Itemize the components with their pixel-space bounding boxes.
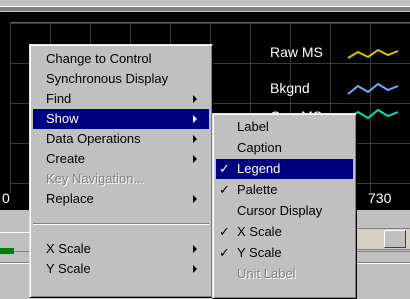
x-tick-label: 730 [368,190,392,206]
checkmark-icon: ✓ [219,245,230,260]
submenu-item-cursor-display[interactable]: Cursor Display [216,201,353,221]
submenu-arrow-icon [193,245,197,253]
menu-item-change-to-control[interactable]: Change to Control [33,49,209,69]
menu-item-label: X Scale [237,224,282,239]
submenu-arrow-icon [193,115,197,123]
checkmark-icon: ✓ [219,161,230,176]
scrollbar-button[interactable] [384,230,406,248]
menu-item-x-scale[interactable]: X Scale [33,239,209,259]
legend-swatch-bkgnd [347,82,399,95]
menu-item-label: X Scale [46,241,91,256]
legend-swatch-raw-ms [347,48,399,59]
legend-label: Raw MS [270,44,323,60]
submenu-arrow-icon [193,155,197,163]
submenu-arrow-icon [193,195,197,203]
plot-legend[interactable]: Raw MS Bkgnd Corr MS [262,40,410,124]
context-menu: Change to Control Synchronous Display Fi… [29,44,213,298]
submenu-item-palette[interactable]: ✓ Palette [216,180,353,200]
legend-entry-raw-ms[interactable]: Raw MS [262,42,410,64]
menu-item-label: Y Scale [237,245,282,260]
status-indicator [0,248,14,254]
menu-item-label: Find [46,91,72,106]
menu-item-label: Y Scale [46,261,91,276]
menu-item-label: Synchronous Display [46,71,169,86]
menu-item-label: Key Navigation... [46,171,145,186]
menu-item-label: Show [46,111,79,126]
submenu-arrow-icon [193,265,197,273]
menu-item-label: Replace [46,191,94,206]
menu-item-label: Unit Label [237,266,296,281]
menu-item-data-operations[interactable]: Data Operations [33,129,209,149]
legend-label: Bkgnd [270,80,310,96]
menu-item-create[interactable]: Create [33,149,209,169]
menu-item-label: Change to Control [46,51,152,66]
menu-item-replace[interactable]: Replace [33,189,209,209]
menu-item-key-navigation: Key Navigation... [33,169,209,189]
submenu-arrow-icon [193,95,197,103]
submenu-item-x-scale[interactable]: ✓ X Scale [216,222,353,242]
menu-item-label: Cursor Display [237,203,323,218]
checkmark-icon: ✓ [219,224,230,239]
menu-separator [33,223,209,225]
menu-item-show[interactable]: Show [33,109,209,129]
checkmark-icon: ✓ [219,182,230,197]
x-tick-label: 0 [2,190,10,206]
menu-item-label: Legend [237,161,281,176]
submenu-item-label[interactable]: Label [216,117,353,137]
legend-entry-bkgnd[interactable]: Bkgnd [262,78,410,100]
menu-item-find[interactable]: Find [33,89,209,109]
submenu-item-y-scale[interactable]: ✓ Y Scale [216,243,353,263]
submenu-item-caption[interactable]: Caption [216,138,353,158]
show-submenu: Label Caption ✓ Legend ✓ Palette Cursor … [212,113,357,299]
menu-item-label: Label [237,119,269,134]
menu-item-synchronous-display[interactable]: Synchronous Display [33,69,209,89]
submenu-item-unit-label: Unit Label [216,264,353,284]
menu-item-label: Palette [237,182,278,197]
graph-frame-top [0,0,410,12]
submenu-item-legend[interactable]: ✓ Legend [216,159,353,179]
menu-item-label: Create [46,151,86,166]
menu-item-y-scale[interactable]: Y Scale [33,259,209,279]
menu-item-label: Data Operations [46,131,141,146]
menu-item-label: Caption [237,140,282,155]
submenu-arrow-icon [193,135,197,143]
